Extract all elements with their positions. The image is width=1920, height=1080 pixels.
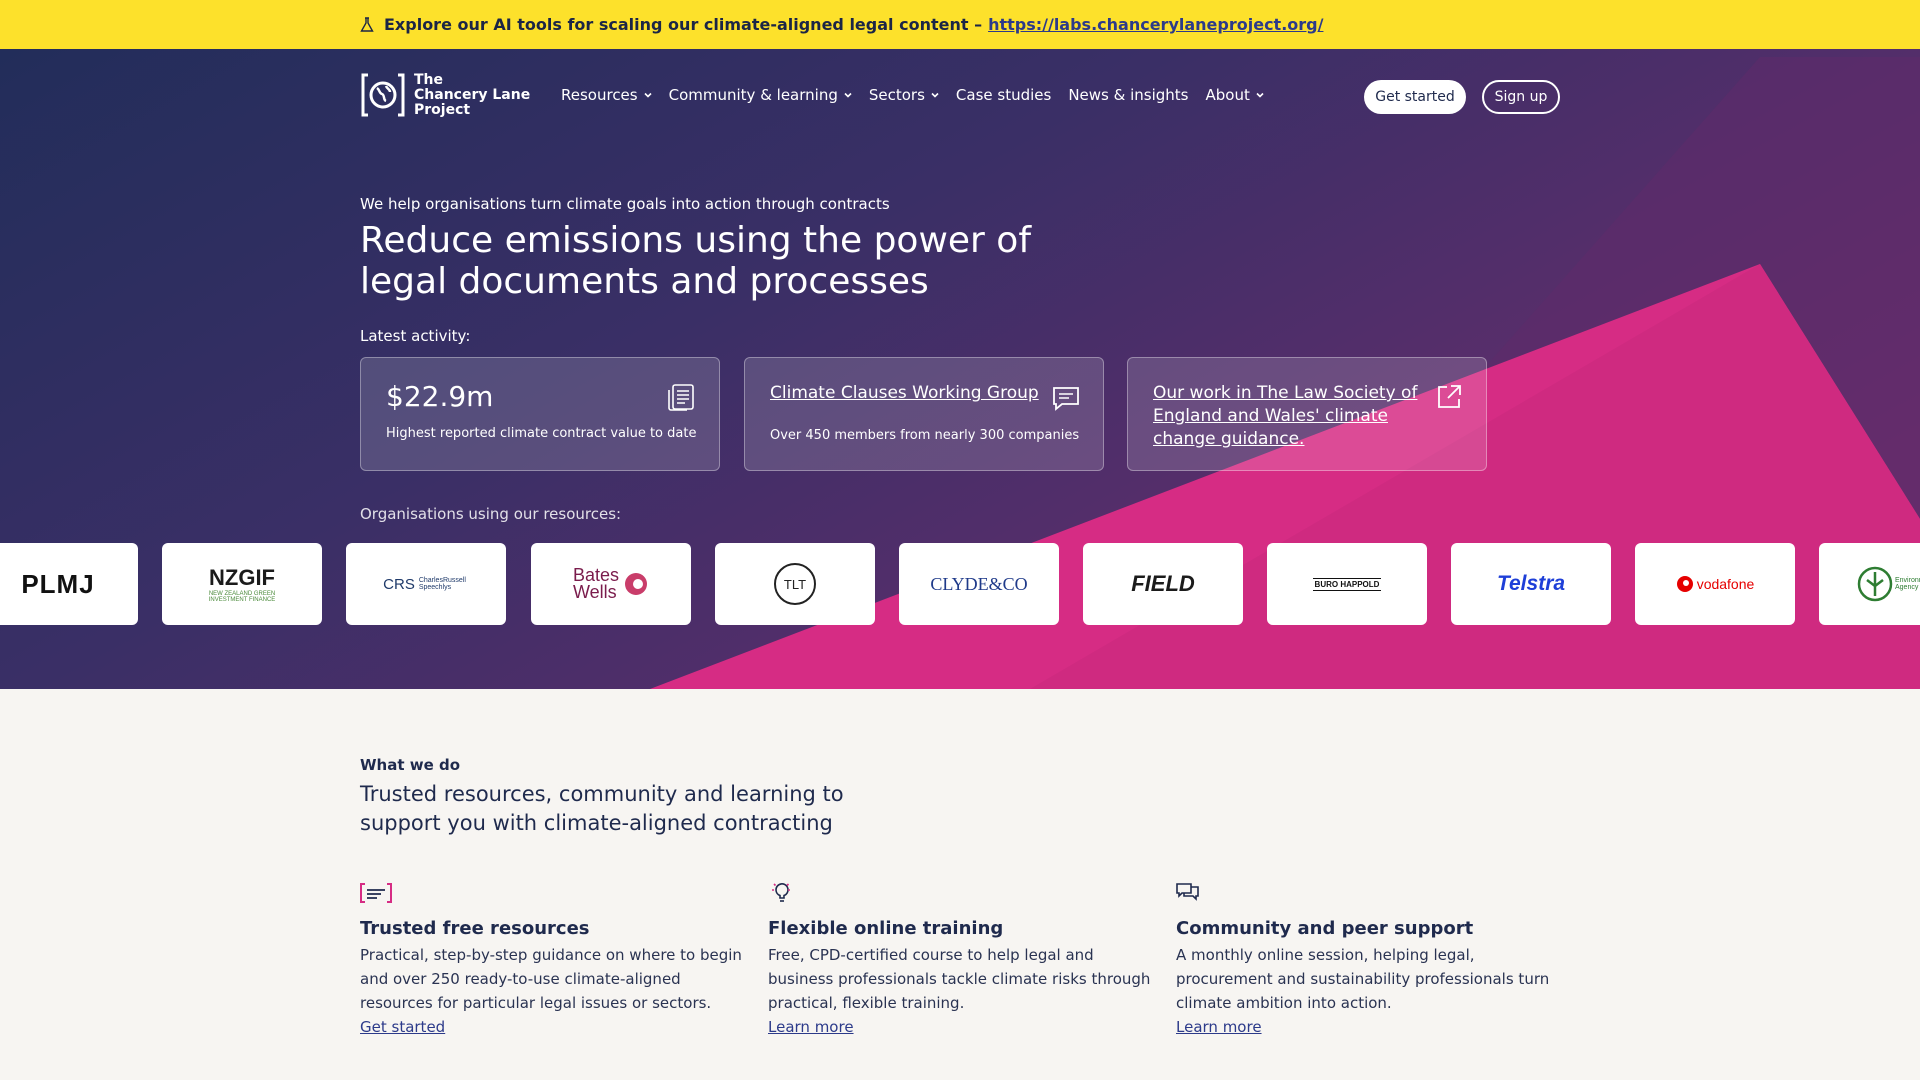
feature-training: Flexible online training Free, CPD-certi… [768,882,1153,1039]
contract-value-caption: Highest reported climate contract value … [386,426,697,441]
chat-icon [1053,387,1079,411]
chevron-down-icon [1256,92,1264,98]
announcement-banner: Explore our AI tools for scaling our cli… [0,0,1920,49]
get-started-link[interactable]: Get started [360,1015,445,1039]
speech-bubbles-icon [1176,883,1199,901]
org-logo-tlt: TLT [715,543,875,625]
organisations-label: Organisations using our resources: [360,505,622,523]
org-logo-environment-agency: Environment Agency [1819,543,1920,625]
document-icon [668,384,694,411]
resources-icon [360,883,392,903]
learn-more-community-link[interactable]: Learn more [1176,1015,1262,1039]
flask-icon [360,16,374,32]
site-logo[interactable]: The Chancery Lane Project [360,72,530,118]
organisation-logo-strip: PLMJ NZGIF NEW ZEALAND GREEN INVESTMENT … [0,543,1920,625]
feature-title: Trusted free resources [360,918,590,939]
lightbulb-icon [772,883,790,902]
org-logo-bates-wells: Bates Wells [531,543,691,625]
sign-up-button[interactable]: Sign up [1482,80,1560,114]
vodafone-mark [1676,576,1693,592]
feature-community: Community and peer support A monthly onl… [1176,882,1561,1039]
get-started-button[interactable]: Get started [1364,80,1466,114]
org-logo-buro-happold: BURO HAPPOLD [1267,543,1427,625]
contract-value: $22.9m [386,380,494,413]
logo-globe-icon [361,73,405,117]
chevron-down-icon [931,92,939,98]
chevron-down-icon [844,92,852,98]
org-logo-nzgif: NZGIF NEW ZEALAND GREEN INVESTMENT FINAN… [162,543,322,625]
logo-text: The Chancery Lane Project [414,71,531,118]
chevron-down-icon [644,92,652,98]
nav-case-studies[interactable]: Case studies [956,86,1051,104]
activity-card-contract-value: $22.9m Highest reported climate contract… [360,357,720,471]
org-logo-charles-russell: CRS CharlesRussell Speechlys [346,543,506,625]
banner-link[interactable]: https://labs.chancerylaneproject.org/ [988,15,1323,34]
learn-more-training-link[interactable]: Learn more [768,1015,854,1039]
nav-sectors[interactable]: Sectors [869,86,939,104]
org-logo-vodafone: vodafone [1635,543,1795,625]
activity-card-working-group[interactable]: Climate Clauses Working Group Over 450 m… [744,357,1104,471]
banner-text: Explore our AI tools for scaling our cli… [384,15,983,34]
org-logo-plmj: PLMJ [0,543,138,625]
law-society-link[interactable]: Our work in The Law Society of England a… [1153,382,1443,451]
latest-activity-label: Latest activity: [360,327,471,345]
activity-card-law-society[interactable]: Our work in The Law Society of England a… [1127,357,1487,471]
what-we-do-label: What we do [360,756,461,774]
hero-kicker: We help organisations turn climate goals… [360,195,890,213]
working-group-link[interactable]: Climate Clauses Working Group [770,382,1060,405]
working-group-caption: Over 450 members from nearly 300 compani… [770,428,1080,443]
main-nav: Resources Community & learning Sectors C… [561,86,1281,104]
feature-title: Flexible online training [768,918,1004,939]
org-logo-telstra: Telstra [1451,543,1611,625]
nav-community-learning[interactable]: Community & learning [669,86,852,104]
bates-wells-mark [625,573,647,595]
hero-section: The Chancery Lane Project Resources Comm… [0,49,1920,689]
feature-text: Free, CPD-certified course to help legal… [768,946,1151,1012]
hero-title: Reduce emissions using the power of lega… [360,220,1031,302]
feature-text: Practical, step-by-step guidance on wher… [360,946,742,1012]
environment-agency-mark [1857,566,1893,602]
feature-text: A monthly online session, helping legal,… [1176,946,1550,1012]
nav-news-insights[interactable]: News & insights [1068,86,1188,104]
feature-resources: Trusted free resources Practical, step-b… [360,882,745,1039]
external-link-icon [1438,385,1461,408]
nav-resources[interactable]: Resources [561,86,652,104]
banner-content: Explore our AI tools for scaling our cli… [360,0,1323,49]
org-logo-clyde-co: CLYDE&CO [899,543,1059,625]
org-logo-field: FIELD [1083,543,1243,625]
feature-title: Community and peer support [1176,918,1474,939]
nav-about[interactable]: About [1205,86,1264,104]
what-we-do-title: Trusted resources, community and learnin… [360,782,844,835]
